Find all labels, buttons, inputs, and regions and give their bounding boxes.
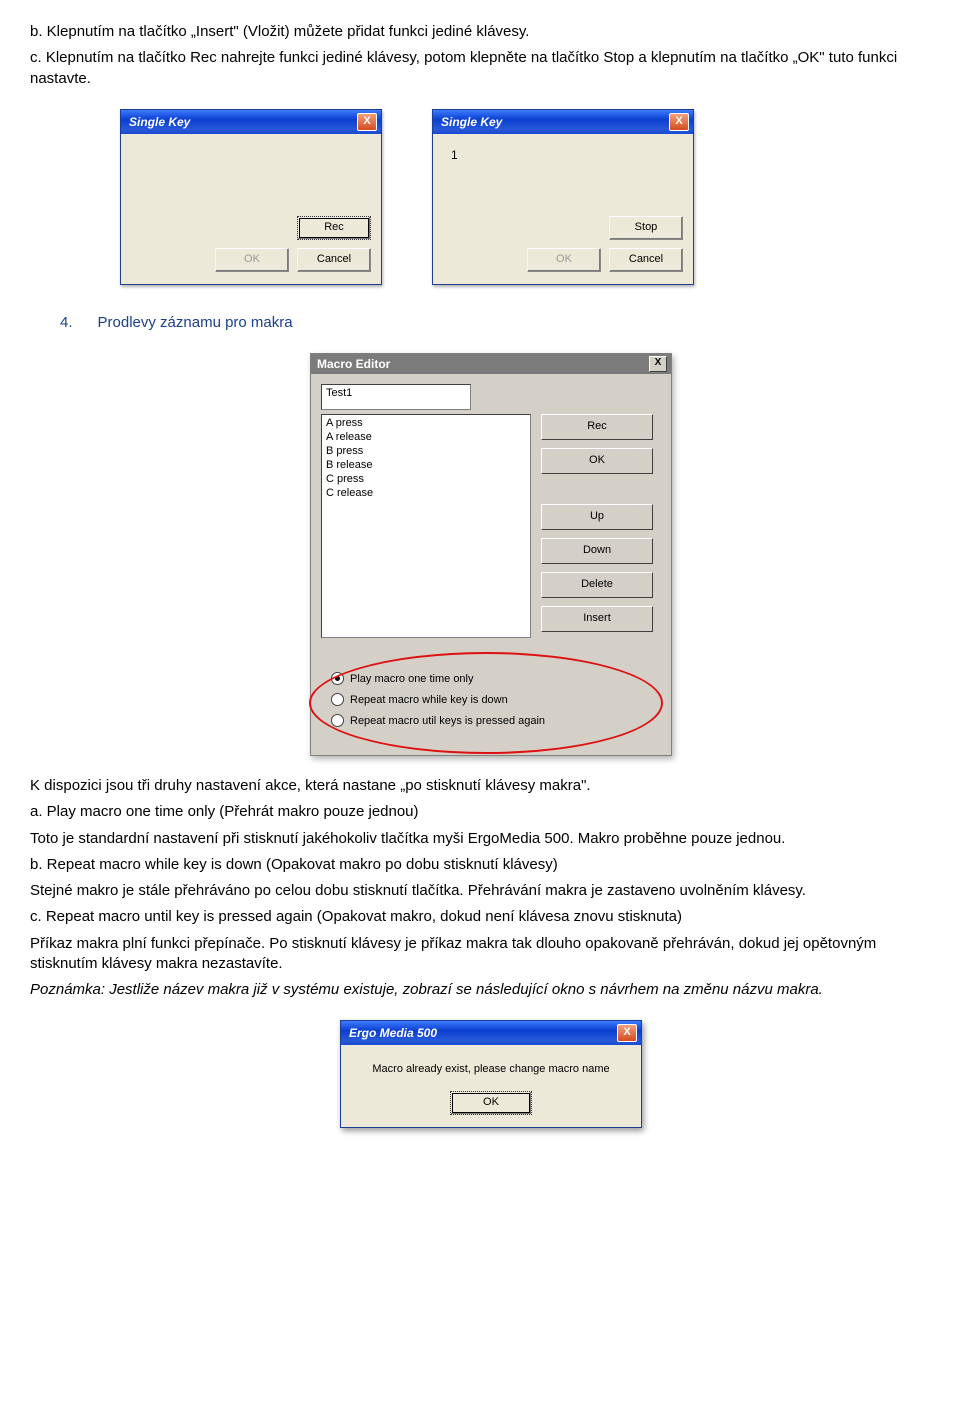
titlebar: Single Key X (433, 110, 693, 134)
macro-editor-row: A press A release B press B release C pr… (321, 414, 661, 638)
ok-button: OK (215, 248, 289, 272)
macro-editor-dialog: Macro Editor X Test1 A press A release B… (310, 353, 672, 756)
dialog-body: 1 Stop OK Cancel (433, 134, 693, 284)
note-text: Poznámka: Jestliže název makra již v sys… (30, 980, 930, 1000)
ergo-body: Macro already exist, please change macro… (341, 1045, 641, 1127)
close-icon[interactable]: X (669, 113, 689, 131)
radio-label: Repeat macro while key is down (350, 694, 508, 706)
ok-button[interactable]: OK (541, 448, 653, 474)
title-text: Single Key (441, 115, 502, 129)
text-option-b-title: b. Repeat macro while key is down (Opako… (30, 855, 930, 875)
ergo-media-dialog: Ergo Media 500 X Macro already exist, pl… (340, 1020, 642, 1128)
radio-icon (331, 714, 344, 727)
radio-label: Repeat macro util keys is pressed again (350, 715, 545, 727)
close-icon[interactable]: X (649, 356, 667, 372)
rec-row: Rec (131, 216, 371, 240)
macro-editor-buttons: Rec OK Up Down Delete Insert (541, 414, 653, 638)
singlekey-dialog-stop: Single Key X 1 Stop OK Cancel (432, 109, 694, 285)
paragraph-b: b. Klepnutím na tlačítko „Insert" (Vloži… (30, 22, 930, 42)
close-icon[interactable]: X (357, 113, 377, 131)
title-text: Single Key (129, 115, 190, 129)
titlebar: Macro Editor X (311, 354, 671, 374)
cancel-button[interactable]: Cancel (297, 248, 371, 272)
stop-row: Stop (443, 216, 683, 240)
stop-button[interactable]: Stop (609, 216, 683, 240)
rec-button[interactable]: Rec (297, 216, 371, 240)
rec-button[interactable]: Rec (541, 414, 653, 440)
singlekey-display: 1 (443, 146, 683, 188)
ergo-message: Macro already exist, please change macro… (357, 1063, 625, 1075)
text-option-a-desc: Toto je standardní nastavení při stisknu… (30, 829, 930, 849)
ok-cancel-row: OK Cancel (131, 248, 371, 272)
text-option-b-desc: Stejné makro je stále přehráváno po celo… (30, 881, 930, 901)
radio-repeat-while-down[interactable]: Repeat macro while key is down (331, 693, 661, 706)
up-button[interactable]: Up (541, 504, 653, 530)
macro-steps-list[interactable]: A press A release B press B release C pr… (321, 414, 531, 638)
radio-repeat-until-pressed[interactable]: Repeat macro util keys is pressed again (331, 714, 661, 727)
radio-label: Play macro one time only (350, 673, 474, 685)
text-option-c-title: c. Repeat macro until key is pressed aga… (30, 907, 930, 927)
singlekey-dialogs-row: Single Key X Rec OK Cancel Single Key X … (120, 109, 930, 285)
delete-button[interactable]: Delete (541, 572, 653, 598)
macro-playback-radios: Play macro one time only Repeat macro wh… (321, 658, 661, 745)
radio-play-once[interactable]: Play macro one time only (331, 672, 661, 685)
ok-cancel-row: OK Cancel (443, 248, 683, 272)
section-4-heading: 4. Prodlevy záznamu pro makra (60, 313, 930, 333)
down-button[interactable]: Down (541, 538, 653, 564)
titlebar: Ergo Media 500 X (341, 1021, 641, 1045)
text-option-c-desc: Příkaz makra plní funkci přepínače. Po s… (30, 934, 930, 975)
dialog-body: Rec OK Cancel (121, 134, 381, 284)
singlekey-display (131, 146, 371, 188)
macro-editor-body: Test1 A press A release B press B releas… (311, 374, 671, 755)
cancel-button[interactable]: Cancel (609, 248, 683, 272)
ergo-btn-row: OK (357, 1091, 625, 1115)
title-text: Ergo Media 500 (349, 1026, 437, 1040)
singlekey-dialog-rec: Single Key X Rec OK Cancel (120, 109, 382, 285)
ok-button: OK (527, 248, 601, 272)
radio-icon (331, 693, 344, 706)
paragraph-c: c. Klepnutím na tlačítko Rec nahrejte fu… (30, 48, 930, 89)
close-icon[interactable]: X (617, 1024, 637, 1042)
title-text: Macro Editor (317, 357, 390, 371)
titlebar: Single Key X (121, 110, 381, 134)
macro-name-input[interactable]: Test1 (321, 384, 471, 410)
radio-icon (331, 672, 344, 685)
ok-button[interactable]: OK (450, 1091, 532, 1115)
insert-button[interactable]: Insert (541, 606, 653, 632)
text-intro: K dispozici jsou tři druhy nastavení akc… (30, 776, 930, 796)
text-option-a-title: a. Play macro one time only (Přehrát mak… (30, 802, 930, 822)
